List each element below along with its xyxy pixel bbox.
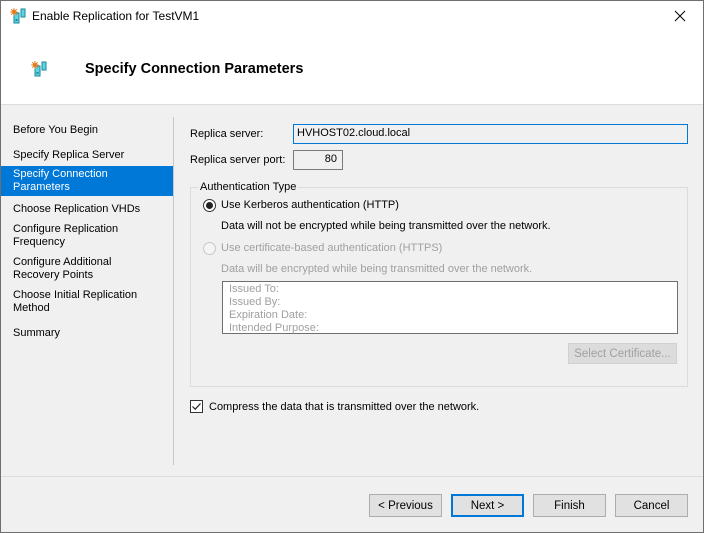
issued-by-label: Issued By: xyxy=(229,296,281,308)
nav-divider xyxy=(173,117,174,465)
finish-button[interactable]: Finish xyxy=(533,494,606,517)
window-title: Enable Replication for TestVM1 xyxy=(32,9,200,23)
authentication-type-label: Authentication Type xyxy=(198,181,299,193)
certificate-label[interactable]: Use certificate-based authentication (HT… xyxy=(221,242,442,254)
next-button[interactable]: Next > xyxy=(451,494,524,517)
page-title: Specify Connection Parameters xyxy=(85,61,304,77)
footer-divider xyxy=(1,476,703,477)
wizard-window: Enable Replication for TestVM1 Specify C… xyxy=(0,0,704,533)
intended-purpose-label: Intended Purpose: xyxy=(229,322,319,334)
compress-checkbox[interactable] xyxy=(190,400,203,413)
replica-server-input[interactable]: HVHOST02.cloud.local xyxy=(293,124,688,144)
compress-label[interactable]: Compress the data that is transmitted ov… xyxy=(209,401,479,413)
expiration-date-label: Expiration Date: xyxy=(229,309,308,321)
nav-item-choose-initial-replication-method[interactable]: Choose Initial Replication Method xyxy=(1,286,151,318)
wizard-steps-nav: Before You Begin Specify Replica Server … xyxy=(1,117,173,343)
close-icon xyxy=(674,10,686,22)
nav-item-before-you-begin[interactable]: Before You Begin xyxy=(1,121,173,140)
title-bar: Enable Replication for TestVM1 xyxy=(1,1,703,31)
nav-item-specify-replica-server[interactable]: Specify Replica Server xyxy=(1,146,173,165)
cancel-button[interactable]: Cancel xyxy=(615,494,688,517)
replica-server-label: Replica server: xyxy=(190,128,264,140)
nav-item-choose-replication-vhds[interactable]: Choose Replication VHDs xyxy=(1,200,173,219)
nav-item-configure-replication-frequency[interactable]: Configure Replication Frequency xyxy=(1,220,131,252)
nav-item-label: Specify Connection Parameters xyxy=(13,168,108,193)
nav-item-summary[interactable]: Summary xyxy=(1,324,173,343)
close-button[interactable] xyxy=(657,1,703,31)
nav-item-specify-connection-parameters[interactable]: Specify Connection Parameters xyxy=(1,166,173,196)
nav-item-configure-additional-recovery-points[interactable]: Configure Additional Recovery Points xyxy=(1,253,131,285)
previous-button[interactable]: < Previous xyxy=(369,494,442,517)
issued-to-label: Issued To: xyxy=(229,283,279,295)
hyperv-replication-icon xyxy=(10,8,26,24)
checkmark-icon xyxy=(192,403,201,411)
certificate-note: Data will be encrypted while being trans… xyxy=(221,263,533,275)
select-certificate-button[interactable]: Select Certificate... xyxy=(568,343,677,364)
wizard-header: Specify Connection Parameters xyxy=(1,31,703,105)
hyperv-replication-icon xyxy=(31,61,47,77)
certificate-details-box: Issued To: Issued By: Expiration Date: I… xyxy=(222,281,678,334)
certificate-radio[interactable] xyxy=(203,242,216,255)
replica-port-label: Replica server port: xyxy=(190,154,286,166)
replica-port-input[interactable]: 80 xyxy=(293,150,343,170)
kerberos-label[interactable]: Use Kerberos authentication (HTTP) xyxy=(221,199,399,211)
kerberos-radio[interactable] xyxy=(203,199,216,212)
kerberos-note: Data will not be encrypted while being t… xyxy=(221,220,551,232)
